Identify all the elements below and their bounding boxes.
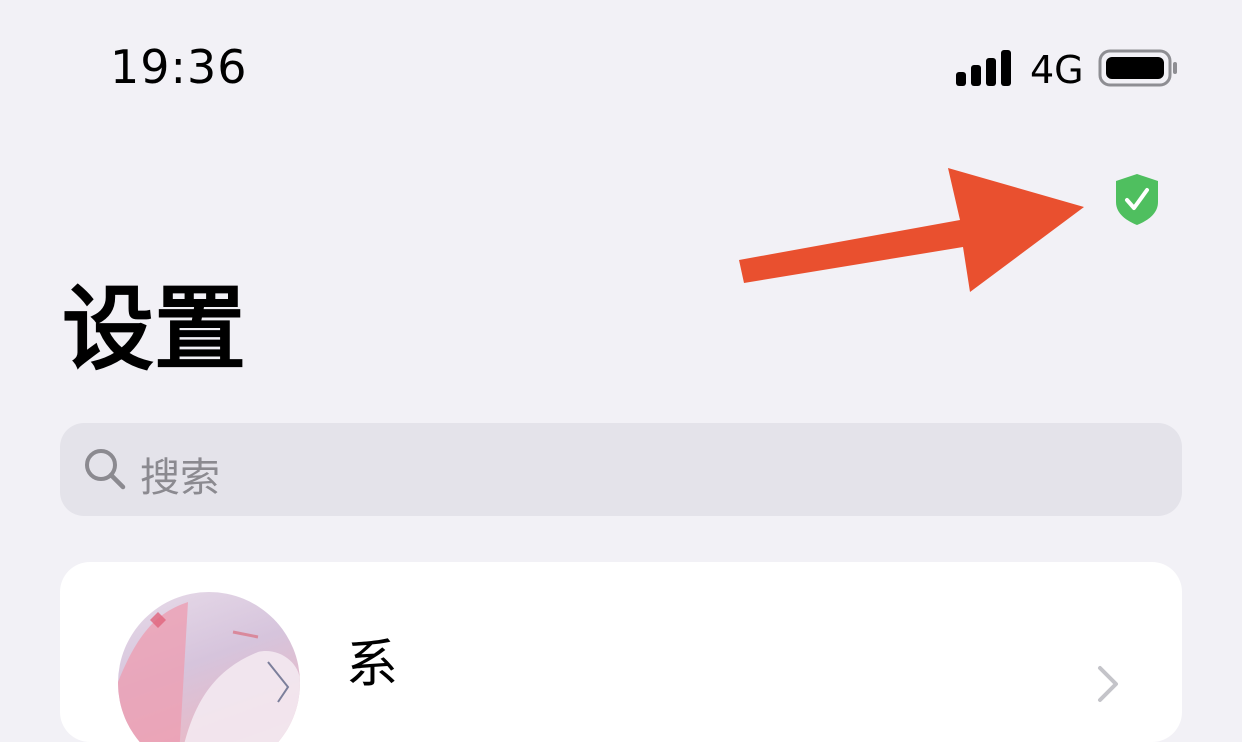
search-bar[interactable]: 搜索 bbox=[60, 423, 1182, 516]
chevron-right-icon bbox=[1098, 666, 1118, 702]
red-arrow-annotation bbox=[739, 168, 1084, 292]
shield-check-icon[interactable] bbox=[1114, 172, 1160, 226]
search-icon bbox=[85, 449, 126, 490]
status-time: 19:36 bbox=[110, 40, 248, 94]
cellular-signal-icon bbox=[956, 50, 1011, 86]
network-type: 4G bbox=[1030, 48, 1084, 92]
battery-icon bbox=[1098, 49, 1177, 87]
profile-name: 系 bbox=[346, 635, 399, 695]
avatar-illustration bbox=[118, 602, 300, 742]
status-bar: 19:36 4G bbox=[0, 0, 1242, 130]
profile-card[interactable]: 系 bbox=[60, 562, 1182, 742]
search-placeholder: 搜索 bbox=[140, 455, 220, 501]
avatar[interactable] bbox=[118, 592, 300, 742]
page-title: 设置 bbox=[62, 276, 247, 383]
